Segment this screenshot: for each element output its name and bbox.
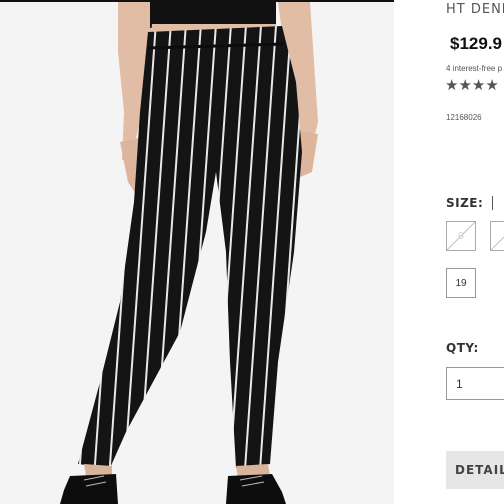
installments-text[interactable]: 4 interest-free p (446, 64, 502, 73)
details-button[interactable]: DETAILS (446, 451, 504, 489)
pants (78, 26, 302, 468)
size-option[interactable]: 19 (446, 268, 476, 298)
quantity-input[interactable] (446, 367, 504, 400)
product-title: HT DENIM (446, 2, 504, 17)
size-option-value: 0 (458, 230, 464, 242)
size-label: SIZE: (446, 196, 484, 210)
product-image[interactable] (0, 2, 394, 504)
product-price: $129.9 (450, 34, 502, 53)
right-boot (226, 474, 286, 504)
strikethrough-icon (491, 236, 504, 250)
size-option-unavailable[interactable]: 0 (446, 221, 476, 251)
quantity-label: QTY: (446, 341, 479, 355)
size-option-unavailable[interactable] (490, 221, 504, 251)
size-divider (492, 196, 493, 210)
rating-stars-icon[interactable]: ★★★★ (445, 76, 499, 94)
product-sku: 12168026 (446, 113, 482, 122)
size-option-value: 19 (455, 277, 467, 289)
product-info-panel: HT DENIM $129.9 4 interest-free p ★★★★ 1… (394, 0, 504, 504)
